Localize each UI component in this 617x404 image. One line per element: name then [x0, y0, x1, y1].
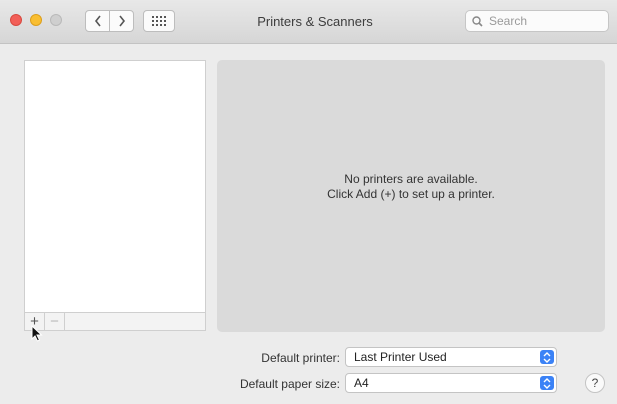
toolbar: Printers & Scanners	[0, 0, 617, 44]
show-all-grid-icon	[152, 16, 166, 26]
close-window-button[interactable]	[10, 14, 22, 26]
back-button[interactable]	[85, 10, 110, 32]
popup-arrows-icon	[540, 350, 554, 364]
empty-state-line-1: No printers are available.	[344, 172, 478, 186]
minimize-window-button[interactable]	[30, 14, 42, 26]
remove-printer-button[interactable]: −	[45, 313, 65, 330]
empty-state-message: No printers are available. Click Add (+)…	[217, 172, 605, 202]
forward-button[interactable]	[109, 10, 134, 32]
popup-arrows-icon	[540, 376, 554, 390]
default-paper-value: A4	[354, 376, 369, 390]
printers-scanners-window: Printers & Scanners + − No printers are …	[0, 0, 617, 404]
printer-list[interactable]	[24, 60, 206, 313]
default-printer-label: Default printer:	[261, 351, 340, 365]
show-all-button[interactable]	[143, 10, 175, 32]
zoom-window-button[interactable]	[50, 14, 62, 26]
mouse-pointer-icon	[31, 325, 43, 342]
printer-detail-pane: No printers are available. Click Add (+)…	[217, 60, 605, 332]
default-printer-value: Last Printer Used	[354, 350, 447, 364]
empty-state-line-2: Click Add (+) to set up a printer.	[327, 187, 495, 201]
window-title: Printers & Scanners	[257, 14, 373, 29]
search-icon	[472, 15, 483, 27]
chevron-left-icon	[94, 15, 101, 27]
chevron-right-icon	[118, 15, 125, 27]
default-paper-popup[interactable]: A4	[345, 373, 557, 393]
printer-list-controls: + −	[24, 313, 206, 331]
default-paper-label: Default paper size:	[239, 377, 340, 391]
search-input[interactable]	[487, 13, 601, 29]
help-button[interactable]: ?	[585, 373, 605, 393]
default-printer-popup[interactable]: Last Printer Used	[345, 347, 557, 367]
search-field[interactable]	[465, 10, 609, 32]
